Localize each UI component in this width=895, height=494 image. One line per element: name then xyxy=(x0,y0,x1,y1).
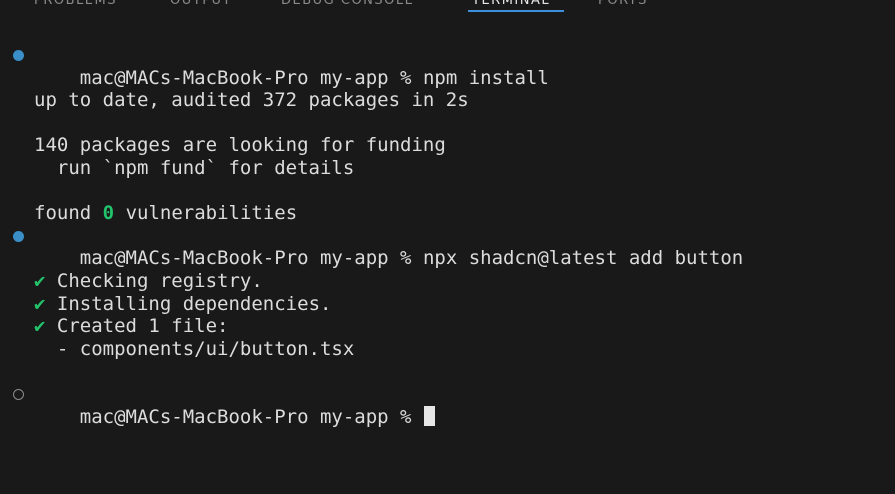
command-status-dot-icon[interactable] xyxy=(13,230,24,242)
tab-debug-console[interactable]: DEBUG CONSOLE xyxy=(281,0,414,9)
terminal-output-line: up to date, audited 372 packages in 2s xyxy=(34,89,469,112)
step-text: Checking registry. xyxy=(56,269,263,292)
terminal-output-line: run `npm fund` for details xyxy=(34,156,355,179)
terminal-output-line: ✔ Installing dependencies. xyxy=(0,293,895,316)
shell-prompt: mac@MACs-MacBook-Pro my-app % xyxy=(79,405,412,428)
panel-tab-bar: PROBLEMS OUTPUT DEBUG CONSOLE TERMINAL P… xyxy=(0,0,895,13)
checkmark-icon: ✔ xyxy=(34,315,46,338)
terminal-output-line: - components/ui/button.tsx xyxy=(34,337,355,360)
active-tab-indicator xyxy=(468,10,564,12)
found-prefix: found xyxy=(34,202,92,225)
terminal-cursor xyxy=(423,405,435,426)
prompt-status-dot-icon[interactable] xyxy=(13,388,24,400)
vulnerability-count: 0 xyxy=(102,202,115,225)
tab-output[interactable]: OUTPUT xyxy=(170,0,232,9)
checkmark-icon: ✔ xyxy=(34,269,46,292)
terminal-command-line: mac@MACs-MacBook-Pro my-app % npm instal… xyxy=(0,44,895,89)
step-text: Installing dependencies. xyxy=(56,292,332,315)
tab-ports[interactable]: PORTS xyxy=(598,0,648,9)
command-status-dot-icon[interactable] xyxy=(13,50,24,61)
terminal-output-line: found 0 vulnerabilities xyxy=(0,202,895,225)
checkmark-icon: ✔ xyxy=(34,292,46,315)
tab-terminal[interactable]: TERMINAL xyxy=(472,0,550,9)
terminal-command-line: mac@MACs-MacBook-Pro my-app % npx shadcn… xyxy=(0,225,895,269)
terminal-output-line: 140 packages are looking for funding xyxy=(34,134,446,157)
found-suffix: vulnerabilities xyxy=(125,202,298,225)
terminal-output-line: ✔ Created 1 file: xyxy=(0,315,895,338)
step-text: Created 1 file: xyxy=(56,315,229,338)
tab-problems[interactable]: PROBLEMS xyxy=(34,0,117,9)
terminal-output[interactable]: mac@MACs-MacBook-Pro my-app % npm instal… xyxy=(0,44,895,428)
terminal-active-prompt-line[interactable]: mac@MACs-MacBook-Pro my-app % xyxy=(0,383,895,428)
terminal-output-line: ✔ Checking registry. xyxy=(0,270,895,293)
